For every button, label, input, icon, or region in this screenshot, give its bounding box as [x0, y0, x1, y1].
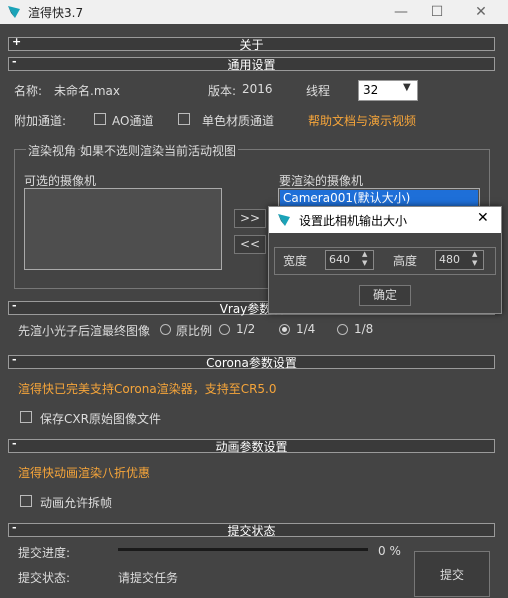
mono-material-label: 单色材质通道	[202, 114, 275, 128]
version-label: 版本:	[208, 84, 237, 98]
list-item[interactable]: Camera001(默认大小)	[280, 190, 478, 206]
rollout-animation-label: 动画参数设置	[215, 440, 288, 454]
allow-split-label: 动画允许拆帧	[40, 496, 113, 510]
dialog-titlebar: 设置此相机输出大小 ✕	[269, 207, 501, 233]
allow-split-checkbox[interactable]	[20, 495, 32, 507]
ao-channel-label: AO通道	[112, 114, 154, 128]
ok-button[interactable]: 确定	[359, 285, 411, 306]
rollout-animation[interactable]: - 动画参数设置	[8, 437, 495, 454]
animation-discount-text: 渲得快动画渲染八折优惠	[18, 466, 151, 480]
corona-support-text: 渲得快已完美支持Corona渲染器，支持至CR5.0	[18, 382, 277, 396]
help-link[interactable]: 帮助文档与演示视频	[308, 112, 416, 129]
rollout-corona[interactable]: - Corona参数设置	[8, 353, 495, 370]
available-cameras-label: 可选的摄像机	[24, 174, 97, 188]
ratio-radio-half[interactable]	[219, 324, 230, 335]
ratio-label-eighth: 1/8	[354, 322, 374, 336]
width-label: 宽度	[283, 254, 308, 268]
mono-material-checkbox[interactable]	[178, 113, 190, 125]
height-spinner[interactable]: 480 ▲ ▼	[435, 250, 484, 270]
spinner-down-icon[interactable]: ▼	[472, 259, 477, 267]
ratio-radio-full[interactable]	[160, 324, 171, 335]
threads-select[interactable]: 32 ▼	[358, 80, 418, 101]
status-value: 请提交任务	[118, 571, 179, 585]
height-value: 480	[439, 253, 460, 266]
keep-cxr-checkbox[interactable]	[20, 411, 32, 423]
render-view-group-label: 渲染视角	[26, 142, 79, 159]
ao-channel-checkbox[interactable]	[94, 113, 106, 125]
submit-button[interactable]: 提交	[414, 551, 490, 597]
chevron-down-icon: ▼	[403, 82, 411, 93]
progress-label: 提交进度:	[18, 546, 71, 560]
minimize-button[interactable]: —	[386, 2, 416, 22]
small-preview-label: 先渲小光子后渲最终图像	[18, 324, 151, 338]
app-logo-icon	[8, 6, 20, 18]
threads-value: 32	[363, 83, 379, 97]
rollout-submit-status[interactable]: - 提交状态	[8, 521, 495, 538]
ratio-radio-quarter[interactable]	[279, 324, 290, 335]
rollout-general-label: 通用设置	[227, 58, 276, 72]
move-left-button[interactable]: <<	[234, 235, 266, 254]
rollout-general[interactable]: - 通用设置	[8, 55, 495, 72]
dialog-close-icon[interactable]: ✕	[477, 210, 489, 226]
app-logo-icon	[278, 214, 290, 226]
rollout-corona-label: Corona参数设置	[206, 356, 297, 370]
width-value: 640	[329, 253, 350, 266]
version-value: 2016	[242, 82, 273, 96]
window-title: 渲得快3.7	[28, 6, 84, 20]
close-button[interactable]: ✕	[466, 2, 496, 22]
ratio-label-quarter: 1/4	[296, 322, 316, 336]
spinner-up-icon[interactable]: ▲	[472, 250, 477, 258]
progress-bar	[118, 548, 368, 551]
dialog-title: 设置此相机输出大小	[299, 214, 408, 228]
width-spinner[interactable]: 640 ▲ ▼	[325, 250, 374, 270]
camera-size-dialog: 设置此相机输出大小 ✕ 宽度 640 ▲ ▼ 高度 480 ▲ ▼ 确定	[268, 206, 502, 314]
progress-text: 0 %	[378, 544, 401, 558]
ratio-label-half: 1/2	[236, 322, 256, 336]
selected-cameras-label: 要渲染的摄像机	[279, 174, 364, 188]
render-view-hint: 如果不选则渲染当前活动视图	[80, 142, 239, 159]
ratio-label-full: 原比例	[176, 324, 213, 338]
height-label: 高度	[393, 254, 418, 268]
name-value: 未命名.max	[54, 84, 120, 98]
rollout-about-label: 关于	[239, 38, 264, 52]
available-cameras-list[interactable]	[24, 188, 222, 270]
window-titlebar: 渲得快3.7 — ☐ ✕	[0, 0, 508, 24]
spinner-down-icon[interactable]: ▼	[362, 259, 367, 267]
status-label: 提交状态:	[18, 571, 71, 585]
spinner-up-icon[interactable]: ▲	[362, 250, 367, 258]
ratio-radio-eighth[interactable]	[337, 324, 348, 335]
move-right-button[interactable]: >>	[234, 209, 266, 228]
rollout-submit-status-label: 提交状态	[227, 524, 276, 538]
keep-cxr-label: 保存CXR原始图像文件	[40, 412, 161, 426]
threads-label: 线程	[306, 84, 331, 98]
maximize-button[interactable]: ☐	[422, 2, 452, 22]
rollout-about[interactable]: + 关于	[8, 35, 495, 52]
name-label: 名称:	[14, 84, 43, 98]
aux-channels-label: 附加通道:	[14, 114, 67, 128]
